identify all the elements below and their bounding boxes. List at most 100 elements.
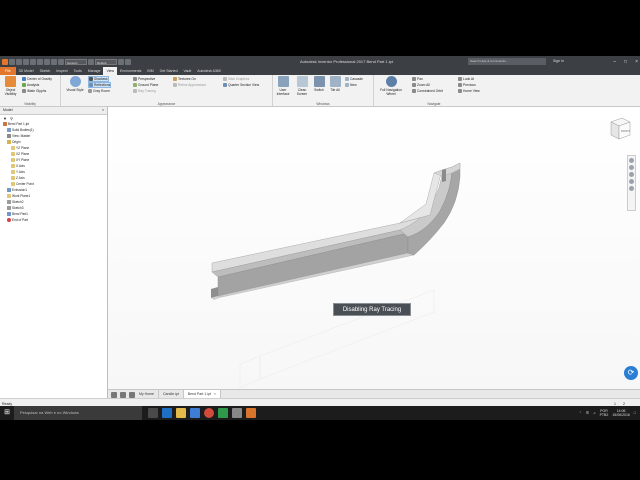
visual-style-button[interactable]: Visual Style	[64, 76, 86, 92]
app-menu-icon[interactable]	[2, 58, 8, 65]
task-view-icon[interactable]	[148, 408, 158, 418]
viewcube-icon[interactable]: FRONT	[606, 115, 632, 141]
measure-icon[interactable]	[125, 58, 131, 65]
tree-item-solid-bodies[interactable]: Solid Bodies(1)	[7, 128, 34, 132]
tree-item-z-axis[interactable]: Z Axis	[11, 176, 25, 180]
viewcube[interactable]: FRONT	[606, 115, 632, 141]
close-icon[interactable]: ×	[635, 59, 638, 65]
open-icon[interactable]	[16, 58, 22, 65]
tab-sketch[interactable]: Sketch	[37, 67, 54, 75]
tree-item-xz-plane[interactable]: XZ Plane	[11, 152, 29, 156]
perspective-button[interactable]: Perspective	[133, 77, 155, 81]
tree-item-extrusion1[interactable]: Extrusion1	[7, 188, 27, 192]
cascade-button[interactable]: Cascade	[345, 77, 363, 81]
gray-room-button[interactable]: Gray Room	[88, 89, 110, 93]
help-search-input[interactable]: Search Help & Commands...	[468, 58, 546, 65]
constrained-orbit-button[interactable]: Constrained Orbit	[412, 89, 443, 93]
quarter-section-view-button[interactable]: Quarter Section View	[223, 83, 259, 87]
textures-on-button[interactable]: Textures On	[173, 77, 196, 81]
tab-manage[interactable]: Manage	[85, 67, 104, 75]
material-dropdown[interactable]: Generic	[65, 58, 87, 65]
notifications-icon[interactable]: □	[634, 411, 636, 415]
center-of-gravity-button[interactable]: Center of Gravity	[22, 77, 52, 81]
tab-file[interactable]: File	[0, 67, 16, 75]
tree-item-yz-plane[interactable]: YZ Plane	[11, 146, 29, 150]
tree-item-sketch2[interactable]: Sketch2	[7, 200, 24, 204]
new-icon[interactable]	[9, 58, 15, 65]
save-icon[interactable]	[23, 58, 29, 65]
tree-item-origin[interactable]: Origin	[7, 140, 21, 144]
slice-graphics-button[interactable]: Slice Graphics	[223, 77, 249, 81]
full-navigation-wheel-button[interactable]: Full Navigation Wheel	[376, 76, 406, 96]
browser-close-icon[interactable]: ×	[102, 107, 104, 114]
imate-glyphs-button[interactable]: iMate Glyphs	[22, 89, 46, 93]
look-at-button[interactable]: Look At	[458, 77, 474, 81]
cascade-tabs-icon[interactable]	[120, 391, 126, 398]
pan-tool-icon[interactable]	[629, 165, 634, 170]
tree-item-xy-plane[interactable]: XY Plane	[11, 158, 29, 162]
network-icon[interactable]: ☰	[586, 411, 589, 415]
green-app-icon[interactable]	[218, 408, 228, 418]
tab-inspect[interactable]: Inspect	[53, 67, 70, 75]
tree-item-work-plane1[interactable]: Work Plane1	[7, 194, 30, 198]
store-icon[interactable]	[190, 408, 200, 418]
tab-environments[interactable]: Environments	[117, 67, 144, 75]
maximize-icon[interactable]: □	[624, 59, 627, 65]
chrome-icon[interactable]	[204, 408, 214, 418]
language-indicator[interactable]: POR PTB2	[600, 409, 609, 417]
tray-chevron-icon[interactable]: ⌃	[579, 411, 582, 415]
home-icon[interactable]	[44, 58, 50, 65]
sign-in-link[interactable]: Sign In	[553, 56, 564, 67]
analysis-button[interactable]: Analysis	[22, 83, 39, 87]
tree-item-y-axis[interactable]: Y Axis	[11, 170, 25, 174]
ray-tracing-button[interactable]: Ray Tracing	[133, 89, 156, 93]
volume-icon[interactable]: ♫	[593, 411, 596, 415]
tab-autodesk-a360[interactable]: Autodesk A360	[194, 67, 224, 75]
new-window-button[interactable]: New	[345, 83, 357, 87]
redo-icon[interactable]	[37, 58, 43, 65]
object-visibility-button[interactable]: Object Visibility	[2, 76, 19, 96]
steering-wheel-icon[interactable]	[629, 158, 634, 163]
search-icon[interactable]: ⚲	[10, 116, 13, 121]
inventor-taskbar-icon[interactable]	[246, 408, 256, 418]
zoom-tool-icon[interactable]	[629, 172, 634, 177]
file-explorer-icon[interactable]	[176, 408, 186, 418]
tab-close-icon[interactable]: ×	[214, 392, 216, 396]
look-at-tool-icon[interactable]	[629, 186, 634, 191]
reflections-button[interactable]: Reflections	[88, 82, 112, 88]
bent-part-model[interactable]	[108, 107, 640, 389]
camtasia-icon[interactable]	[232, 408, 242, 418]
tree-item-sketch3[interactable]: Sketch3	[7, 206, 24, 210]
user-interface-button[interactable]: User Interface	[274, 76, 292, 96]
tab-bim[interactable]: BIM	[144, 67, 156, 75]
update-icon[interactable]	[51, 58, 57, 65]
clock[interactable]: 14:06 15/06/2016	[612, 409, 630, 417]
clean-screen-button[interactable]: Clean Screen	[293, 76, 311, 96]
orbit-tool-icon[interactable]	[629, 179, 634, 184]
edge-icon[interactable]	[162, 408, 172, 418]
home-view-button[interactable]: Home View	[458, 89, 480, 93]
tree-root[interactable]: Bend Part 1.ipt	[3, 122, 29, 126]
tree-item-x-axis[interactable]: X Axis	[11, 164, 25, 168]
switch-button[interactable]: Switch	[312, 76, 326, 92]
tree-item-center-point[interactable]: Center Point	[11, 182, 34, 186]
windows-start-icon[interactable]: ⊞	[0, 406, 14, 420]
appearance-dropdown[interactable]: Default	[95, 58, 117, 65]
refine-appearance-button[interactable]: Refine Appearance	[173, 83, 206, 87]
tree-item-view-master[interactable]: View: Master	[7, 134, 30, 138]
tile-all-button[interactable]: Tile All	[328, 76, 342, 92]
minimize-icon[interactable]: –	[613, 59, 616, 65]
zoom-all-button[interactable]: Zoom All	[412, 83, 430, 87]
tab-get-started[interactable]: Get Started	[157, 67, 181, 75]
tile-icon[interactable]	[111, 391, 117, 398]
filter-icon[interactable]: ▼	[3, 116, 7, 121]
undo-icon[interactable]	[30, 58, 36, 65]
taskbar-search-input[interactable]: Pesquisar na Web e no Windows	[14, 406, 142, 420]
previous-view-button[interactable]: Previous	[458, 83, 476, 87]
share-button[interactable]: ⟳	[624, 366, 638, 380]
ground-plane-button[interactable]: Ground Plane	[133, 83, 158, 87]
tab-view[interactable]: View	[103, 67, 117, 75]
tab-tools[interactable]: Tools	[71, 67, 85, 75]
color-icon[interactable]	[88, 58, 94, 65]
select-icon[interactable]	[58, 58, 64, 65]
